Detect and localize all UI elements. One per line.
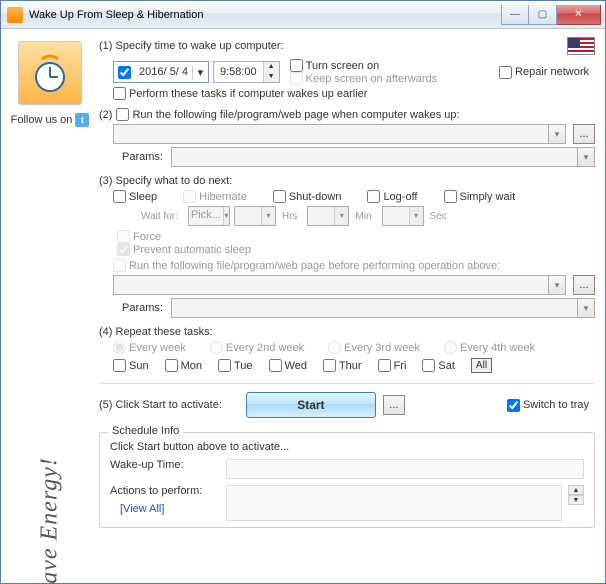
hibernate-checkbox: Hibernate [183,190,247,203]
params-before-combo[interactable]: ▾ [171,298,595,318]
section-5: (5) Click Start to activate: Start ... S… [99,392,595,418]
schedule-title: Schedule Info [108,425,183,437]
app-window: Wake Up From Sleep & Hibernation — ▢ ✕ F… [0,0,606,584]
time-up-icon[interactable]: ▲ [264,62,279,72]
turn-screen-on-checkbox[interactable]: Turn screen on [290,59,437,72]
chevron-down-icon[interactable]: ▾ [548,124,566,144]
every-2nd-week-radio[interactable]: Every 2nd week [210,341,304,354]
day-fri[interactable]: Fri [378,359,407,372]
twitter-icon: t [75,113,89,127]
logoff-checkbox[interactable]: Log-off [367,190,417,203]
section-3: (3) Specify what to do next: Sleep Hiber… [99,175,595,318]
params-label: Params: [113,151,163,163]
schedule-hint: Click Start button above to activate... [110,441,584,453]
titlebar: Wake Up From Sleep & Hibernation — ▢ ✕ [1,1,605,29]
run-before-combo[interactable]: ▾ [113,275,566,295]
flag-icon[interactable] [567,37,595,55]
view-all-link[interactable]: [View All] [120,503,220,515]
chevron-down-icon[interactable]: ▾ [548,275,566,295]
minimize-button[interactable]: — [501,5,529,25]
wait-for-label: Wait for: [141,211,178,222]
all-days-button[interactable]: All [471,358,492,373]
section-1: (1) Specify time to wake up computer: 20… [99,37,595,100]
actions-label: Actions to perform: [110,485,220,497]
time-value[interactable]: 9:58:00 [214,66,263,78]
time-down-icon[interactable]: ▼ [264,72,279,82]
params-combo[interactable]: ▾ [171,147,595,167]
wake-time-label: Wake-up Time: [110,459,220,471]
date-picker[interactable]: 2016/ 5/ 4 ▾ [113,61,209,83]
start-more-button[interactable]: ... [383,395,405,415]
force-checkbox: Force [117,230,251,243]
every-week-radio[interactable]: Every week [113,341,186,354]
s2-number: (2) [99,109,112,121]
pick-field[interactable]: Pick...▾ [188,206,230,226]
maximize-button[interactable]: ▢ [529,5,557,25]
s5-label: (5) Click Start to activate: [99,399,222,411]
repair-network-checkbox[interactable]: Repair network [499,66,589,79]
date-value[interactable]: 2016/ 5/ 4 [135,66,192,78]
every-4th-week-radio[interactable]: Every 4th week [444,341,535,354]
schedule-info-group: Schedule Info Click Start button above t… [99,432,595,528]
run-before-checkbox: Run the following file/program/web page … [113,259,500,272]
browse-button[interactable]: ... [573,124,595,144]
browse-before-button[interactable]: ... [573,275,595,295]
follow-link[interactable]: Follow us on t [11,113,90,127]
switch-to-tray-checkbox[interactable]: Switch to tray [507,399,589,412]
day-sun[interactable]: Sun [113,359,149,372]
simply-wait-checkbox[interactable]: Simply wait [444,190,516,203]
section-4: (4) Repeat these tasks: Every week Every… [99,326,595,373]
prevent-sleep-checkbox: Prevent automatic sleep [117,243,251,256]
perform-earlier-checkbox[interactable]: Perform these tasks if computer wakes up… [113,87,367,100]
day-thu[interactable]: Thur [323,359,362,372]
sidebar: Follow us on t Let's Save Energy! [7,37,93,577]
s3-label: (3) Specify what to do next: [99,175,232,187]
app-icon [7,7,23,23]
shutdown-checkbox[interactable]: Shut-down [273,190,342,203]
time-picker[interactable]: 9:58:00 ▲▼ [213,61,280,83]
date-enable-checkbox[interactable] [118,66,131,79]
chevron-down-icon[interactable]: ▾ [577,147,595,167]
tagline-text: Let's Save Energy! [37,457,64,583]
actions-up-icon[interactable]: ▲ [568,485,584,495]
section-2: (2) Run the following file/program/web p… [99,108,595,167]
run-path-combo[interactable]: ▾ [113,124,566,144]
actions-value [226,485,562,521]
day-wed[interactable]: Wed [269,359,307,372]
follow-text: Follow us on [11,114,73,126]
every-3rd-week-radio[interactable]: Every 3rd week [328,341,420,354]
s1-label: (1) Specify time to wake up computer: [99,40,284,52]
day-tue[interactable]: Tue [218,359,253,372]
sleep-checkbox[interactable]: Sleep [113,190,157,203]
day-mon[interactable]: Mon [165,359,202,372]
app-logo [18,41,82,105]
s4-label: (4) Repeat these tasks: [99,326,213,338]
hrs-field[interactable]: ▾ [234,206,276,226]
close-button[interactable]: ✕ [557,5,601,25]
date-dropdown-icon[interactable]: ▾ [192,66,208,79]
min-field[interactable]: ▾ [307,206,349,226]
actions-down-icon[interactable]: ▼ [568,495,584,505]
main-panel: (1) Specify time to wake up computer: 20… [99,37,595,577]
params-before-label: Params: [113,302,163,314]
keep-screen-on-checkbox: Keep screen on afterwards [290,72,437,85]
start-button[interactable]: Start [246,392,376,418]
sec-field[interactable]: ▾ [382,206,424,226]
day-sat[interactable]: Sat [422,359,455,372]
run-on-wake-checkbox[interactable]: Run the following file/program/web page … [116,108,459,121]
chevron-down-icon[interactable]: ▾ [577,298,595,318]
window-title: Wake Up From Sleep & Hibernation [29,9,501,21]
wake-time-value [226,459,584,479]
